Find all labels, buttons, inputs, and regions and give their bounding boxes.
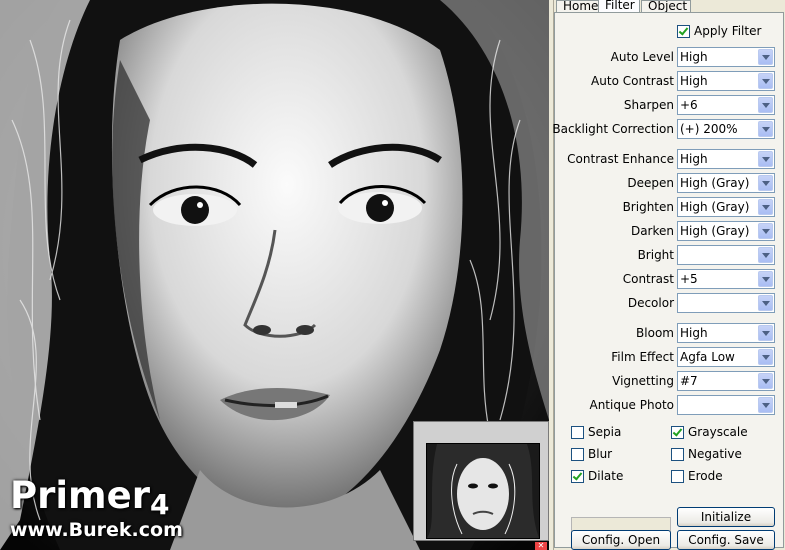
darken-value: High (Gray) <box>680 224 750 238</box>
contrast-enhance-row: Contrast Enhance High <box>555 149 785 171</box>
chevron-down-icon[interactable] <box>758 295 773 311</box>
auto-contrast-value: High <box>680 74 708 88</box>
chevron-down-icon[interactable] <box>758 97 773 113</box>
filter-panel: Apply Filter Auto Level High Auto Contra… <box>552 12 785 550</box>
watermark-title: Primer <box>10 474 150 517</box>
bloom-row: Bloom High <box>555 323 785 345</box>
chevron-down-icon[interactable] <box>758 247 773 263</box>
brighten-row: Brighten High (Gray) <box>555 197 785 219</box>
vignetting-select[interactable]: #7 <box>677 371 775 391</box>
apply-filter-check-icon[interactable] <box>677 25 690 38</box>
chevron-down-icon[interactable] <box>758 121 773 137</box>
backlight-correction-row: Backlight Correction (+) 200% <box>552 119 785 141</box>
auto-contrast-label: Auto Contrast <box>591 74 674 88</box>
film-effect-value: Agfa Low <box>680 350 735 364</box>
bright-row: Bright <box>555 245 785 267</box>
brighten-value: High (Gray) <box>680 200 750 214</box>
chevron-down-icon[interactable] <box>758 199 773 215</box>
decolor-label: Decolor <box>627 296 674 310</box>
contrast-row: Contrast +5 <box>555 269 785 291</box>
vignetting-label: Vignetting <box>612 374 674 388</box>
thumbnail-portrait <box>427 444 539 538</box>
navigator-thumbnail-panel[interactable] <box>413 421 549 541</box>
deepen-value: High (Gray) <box>680 176 750 190</box>
apply-filter-label: Apply Filter <box>694 24 762 38</box>
sharpen-value: +6 <box>680 98 698 112</box>
chevron-down-icon[interactable] <box>758 373 773 389</box>
thumbnail-image[interactable] <box>426 443 540 539</box>
antique-photo-select[interactable] <box>677 395 775 415</box>
grayscale-label: Grayscale <box>688 425 748 439</box>
deepen-row: Deepen High (Gray) <box>555 173 785 195</box>
backlight-correction-select[interactable]: (+) 200% <box>677 119 775 139</box>
vignetting-value: #7 <box>680 374 698 388</box>
blur-check-icon[interactable] <box>571 448 584 461</box>
brighten-label: Brighten <box>622 200 674 214</box>
chevron-down-icon[interactable] <box>758 223 773 239</box>
bright-label: Bright <box>637 248 674 262</box>
contrast-enhance-value: High <box>680 152 708 166</box>
config-open-button[interactable]: Config. Open <box>571 530 671 550</box>
erode-check-icon[interactable] <box>671 470 684 483</box>
brighten-select[interactable]: High (Gray) <box>677 197 775 217</box>
close-icon[interactable]: ✕ <box>535 542 547 550</box>
deepen-select[interactable]: High (Gray) <box>677 173 775 193</box>
chevron-down-icon[interactable] <box>758 397 773 413</box>
bloom-label: Bloom <box>636 326 674 340</box>
filter-sidebar: Home Filter Object Apply Filter Auto Lev… <box>552 0 785 550</box>
config-save-button[interactable]: Config. Save <box>677 530 775 550</box>
auto-level-value: High <box>680 50 708 64</box>
chevron-down-icon[interactable] <box>758 325 773 341</box>
antique-photo-row: Antique Photo <box>555 395 785 417</box>
film-effect-label: Film Effect <box>611 350 674 364</box>
backlight-correction-label: Backlight Correction <box>552 122 674 136</box>
backlight-correction-value: (+) 200% <box>680 122 738 136</box>
darken-row: Darken High (Gray) <box>555 221 785 243</box>
erode-label: Erode <box>688 469 723 483</box>
chevron-down-icon[interactable] <box>758 151 773 167</box>
watermark-site: www.Burek.com <box>10 519 183 541</box>
darken-label: Darken <box>630 224 674 238</box>
sepia-check-icon[interactable] <box>571 426 584 439</box>
blur-label: Blur <box>588 447 613 461</box>
initialize-button[interactable]: Initialize <box>677 507 775 527</box>
image-preview[interactable]: Primer 4 www.Burek.com ✕ <box>0 0 549 550</box>
watermark-version: 4 <box>150 488 170 521</box>
contrast-enhance-select[interactable]: High <box>677 149 775 169</box>
film-effect-select[interactable]: Agfa Low <box>677 347 775 367</box>
sharpen-label: Sharpen <box>623 98 674 112</box>
vignetting-row: Vignetting #7 <box>555 371 785 393</box>
chevron-down-icon[interactable] <box>758 175 773 191</box>
sharpen-row: Sharpen +6 <box>555 95 785 117</box>
auto-level-row: Auto Level High <box>555 47 785 69</box>
auto-contrast-row: Auto Contrast High <box>555 71 785 93</box>
grayscale-check-icon[interactable] <box>671 426 684 439</box>
darken-select[interactable]: High (Gray) <box>677 221 775 241</box>
chevron-down-icon[interactable] <box>758 349 773 365</box>
contrast-select[interactable]: +5 <box>677 269 775 289</box>
dilate-check-icon[interactable] <box>571 470 584 483</box>
decolor-select[interactable] <box>677 293 775 313</box>
deepen-label: Deepen <box>627 176 674 190</box>
chevron-down-icon[interactable] <box>758 271 773 287</box>
sepia-label: Sepia <box>588 425 622 439</box>
contrast-enhance-label: Contrast Enhance <box>567 152 674 166</box>
dilate-label: Dilate <box>588 469 624 483</box>
sharpen-select[interactable]: +6 <box>677 95 775 115</box>
contrast-value: +5 <box>680 272 698 286</box>
bright-select[interactable] <box>677 245 775 265</box>
chevron-down-icon[interactable] <box>758 49 773 65</box>
chevron-down-icon[interactable] <box>758 73 773 89</box>
negative-label: Negative <box>688 447 742 461</box>
bloom-select[interactable]: High <box>677 323 775 343</box>
auto-level-label: Auto Level <box>610 50 674 64</box>
contrast-label: Contrast <box>622 272 674 286</box>
auto-contrast-select[interactable]: High <box>677 71 775 91</box>
film-effect-row: Film Effect Agfa Low <box>555 347 785 369</box>
auto-level-select[interactable]: High <box>677 47 775 67</box>
negative-check-icon[interactable] <box>671 448 684 461</box>
antique-photo-label: Antique Photo <box>589 398 674 412</box>
bloom-value: High <box>680 326 708 340</box>
decolor-row: Decolor <box>555 293 785 315</box>
